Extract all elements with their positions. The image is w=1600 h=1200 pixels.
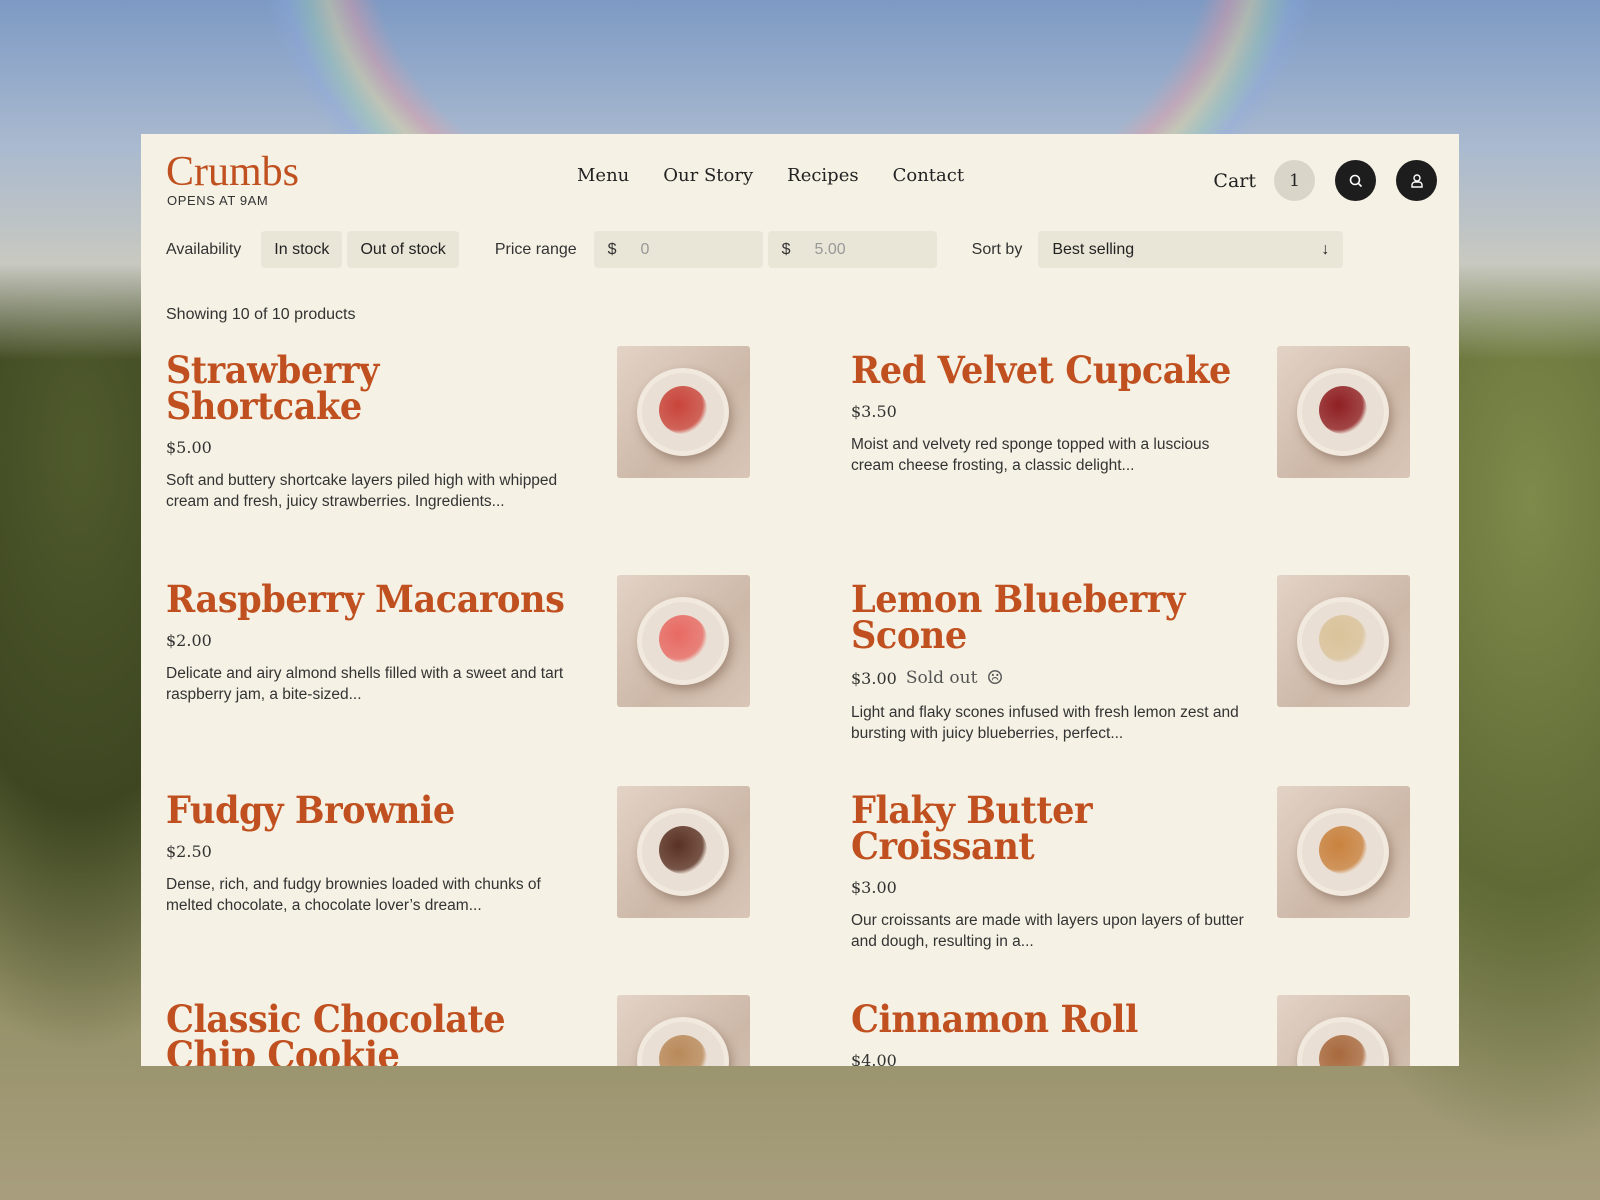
product-description: Delicate and airy almond shells filled w… [166,665,564,703]
price-max-input[interactable]: $5.00 [767,231,937,268]
product-description: Our croissants are made with layers upon… [851,912,1244,950]
product-description: Dense, rich, and fudgy brownies loaded w… [166,876,541,914]
product-image[interactable] [617,995,750,1066]
product-image[interactable] [1277,786,1410,918]
filter-bar: Availability In stock Out of stock Price… [166,231,1459,268]
product-name[interactable]: Fudgy Brownie [166,792,565,829]
food-graphic [1319,615,1367,663]
in-stock-filter[interactable]: In stock [261,231,343,268]
sort-select[interactable]: Best selling ↓ [1038,231,1344,268]
food-graphic [659,826,707,874]
nav-recipes[interactable]: Recipes [787,165,858,186]
product-description: Moist and velvety red sponge topped with… [851,436,1210,474]
price-range-label: Price range [494,240,577,258]
nav-menu[interactable]: Menu [577,165,629,186]
opening-hours: OPENS AT 9AM [167,193,269,208]
product-image[interactable] [617,575,750,707]
product-name[interactable]: Flaky Butter Croissant [851,792,1250,865]
sad-face-icon: ☹ [986,667,1004,689]
brand-logo[interactable]: Crumbs [166,148,299,196]
nav-our-story[interactable]: Our Story [663,165,753,186]
product-price: $4.00 [851,1051,897,1066]
currency-symbol: $ [781,240,791,258]
main-nav: Menu Our Story Recipes Contact [577,165,964,186]
product-price: $2.00 [166,631,212,650]
product-name[interactable]: Classic Chocolate Chip Cookie [166,1001,565,1067]
cart-count-badge[interactable]: 1 [1274,160,1315,201]
sort-label: Sort by [971,240,1023,258]
product-price: $2.50 [166,842,212,861]
food-graphic [659,386,707,434]
product-image[interactable] [1277,346,1410,478]
product-price: $3.50 [851,402,897,421]
product-image[interactable] [617,786,750,918]
product-description: Soft and buttery shortcake layers piled … [166,472,558,510]
shop-window: Crumbs OPENS AT 9AM Menu Our Story Recip… [141,134,1459,1066]
sort-value: Best selling [1052,240,1135,258]
product-name[interactable]: Raspberry Macarons [166,581,565,618]
arrow-down-icon: ↓ [1321,240,1330,258]
price-min-input[interactable]: $0 [593,231,763,268]
product-name[interactable]: Lemon Blueberry Scone [851,581,1250,654]
search-icon [1349,174,1362,187]
price-max-value: 5.00 [814,240,846,258]
food-graphic [1319,386,1367,434]
product-name[interactable]: Cinnamon Roll [851,1001,1250,1038]
nav-contact[interactable]: Contact [893,165,964,186]
product-image[interactable] [1277,575,1410,707]
product-price: $3.00 [851,668,897,688]
result-count: Showing 10 of 10 products [166,306,356,323]
food-graphic [1319,826,1367,874]
account-button[interactable] [1396,160,1437,201]
product-name[interactable]: Strawberry Shortcake [166,352,565,425]
header-actions: Cart 1 [1213,160,1437,201]
food-graphic [659,615,707,663]
currency-symbol: $ [607,240,617,258]
sold-out-badge: Sold out [905,668,978,688]
price-min-value: 0 [640,240,650,258]
search-button[interactable] [1335,160,1376,201]
out-of-stock-filter[interactable]: Out of stock [347,231,459,268]
cart-link[interactable]: Cart [1213,170,1256,192]
product-price: $3.00 [851,878,897,897]
product-name[interactable]: Red Velvet Cupcake [851,352,1250,389]
product-image[interactable] [617,346,750,478]
user-icon [1410,173,1423,188]
product-description: Light and flaky scones infused with fres… [851,704,1239,742]
availability-label: Availability [166,240,242,258]
product-price: $5.00 [166,438,212,457]
product-image[interactable] [1277,995,1410,1066]
